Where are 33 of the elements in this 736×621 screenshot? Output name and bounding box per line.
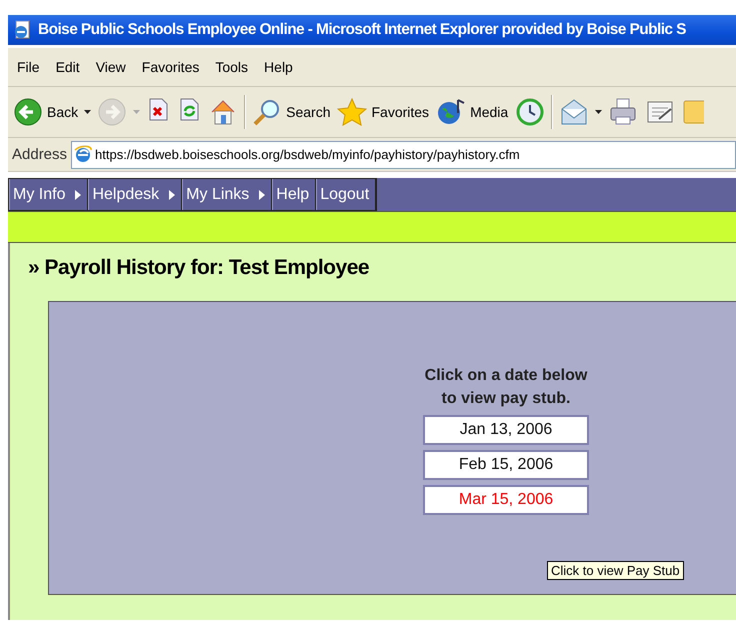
address-field[interactable]: https://bsdweb.boiseschools.org/bsdweb/myinfo/payhistory/payhistory.cfm xyxy=(71,140,736,168)
instruction-text: to view pay stub. xyxy=(442,389,570,409)
submenu-arrow-icon xyxy=(169,190,176,200)
favorites-button[interactable]: Favorites xyxy=(336,96,430,128)
menu-item[interactable]: Help xyxy=(259,57,298,77)
nav-link[interactable]: Help xyxy=(272,179,316,210)
back-button[interactable]: Back xyxy=(12,96,80,128)
nav-link[interactable]: My Info xyxy=(9,179,88,210)
search-button[interactable]: Search xyxy=(251,96,332,128)
globe-music-icon xyxy=(436,97,466,127)
pay-date-link[interactable]: Feb 15, 2006 xyxy=(423,450,589,480)
menu-item[interactable]: Tools xyxy=(210,57,254,77)
window-title: Boise Public Schools Employee Online - Microsoft Internet Explorer provided by Boise Public S xyxy=(38,21,686,39)
pay-date-link[interactable]: Jan 13, 2006 xyxy=(423,415,589,445)
envelope-icon xyxy=(559,97,590,127)
nav-link[interactable]: Logout xyxy=(316,179,376,210)
printer-icon xyxy=(608,97,638,127)
submenu-arrow-icon xyxy=(259,190,266,200)
menu-item[interactable]: File xyxy=(12,57,45,77)
pay-date-link[interactable]: Mar 15, 2006 xyxy=(423,485,589,515)
nav-link[interactable]: My Links xyxy=(182,179,272,210)
media-button[interactable]: Media xyxy=(435,96,510,128)
menu-item[interactable]: Favorites xyxy=(136,57,204,77)
document-globe-icon xyxy=(12,20,32,40)
menu-item[interactable]: View xyxy=(90,57,131,77)
star-icon xyxy=(337,97,368,127)
page-heading: » Payroll History for: Test Employee xyxy=(28,256,370,280)
nav-link[interactable]: Helpdesk xyxy=(88,179,182,210)
submenu-arrow-icon xyxy=(75,190,82,200)
tooltip: Click to view Pay Stub xyxy=(547,561,684,580)
menu-item[interactable]: Edit xyxy=(50,57,85,77)
address-label: Address xyxy=(12,146,68,163)
instruction-text: Click on a date below xyxy=(424,366,588,386)
